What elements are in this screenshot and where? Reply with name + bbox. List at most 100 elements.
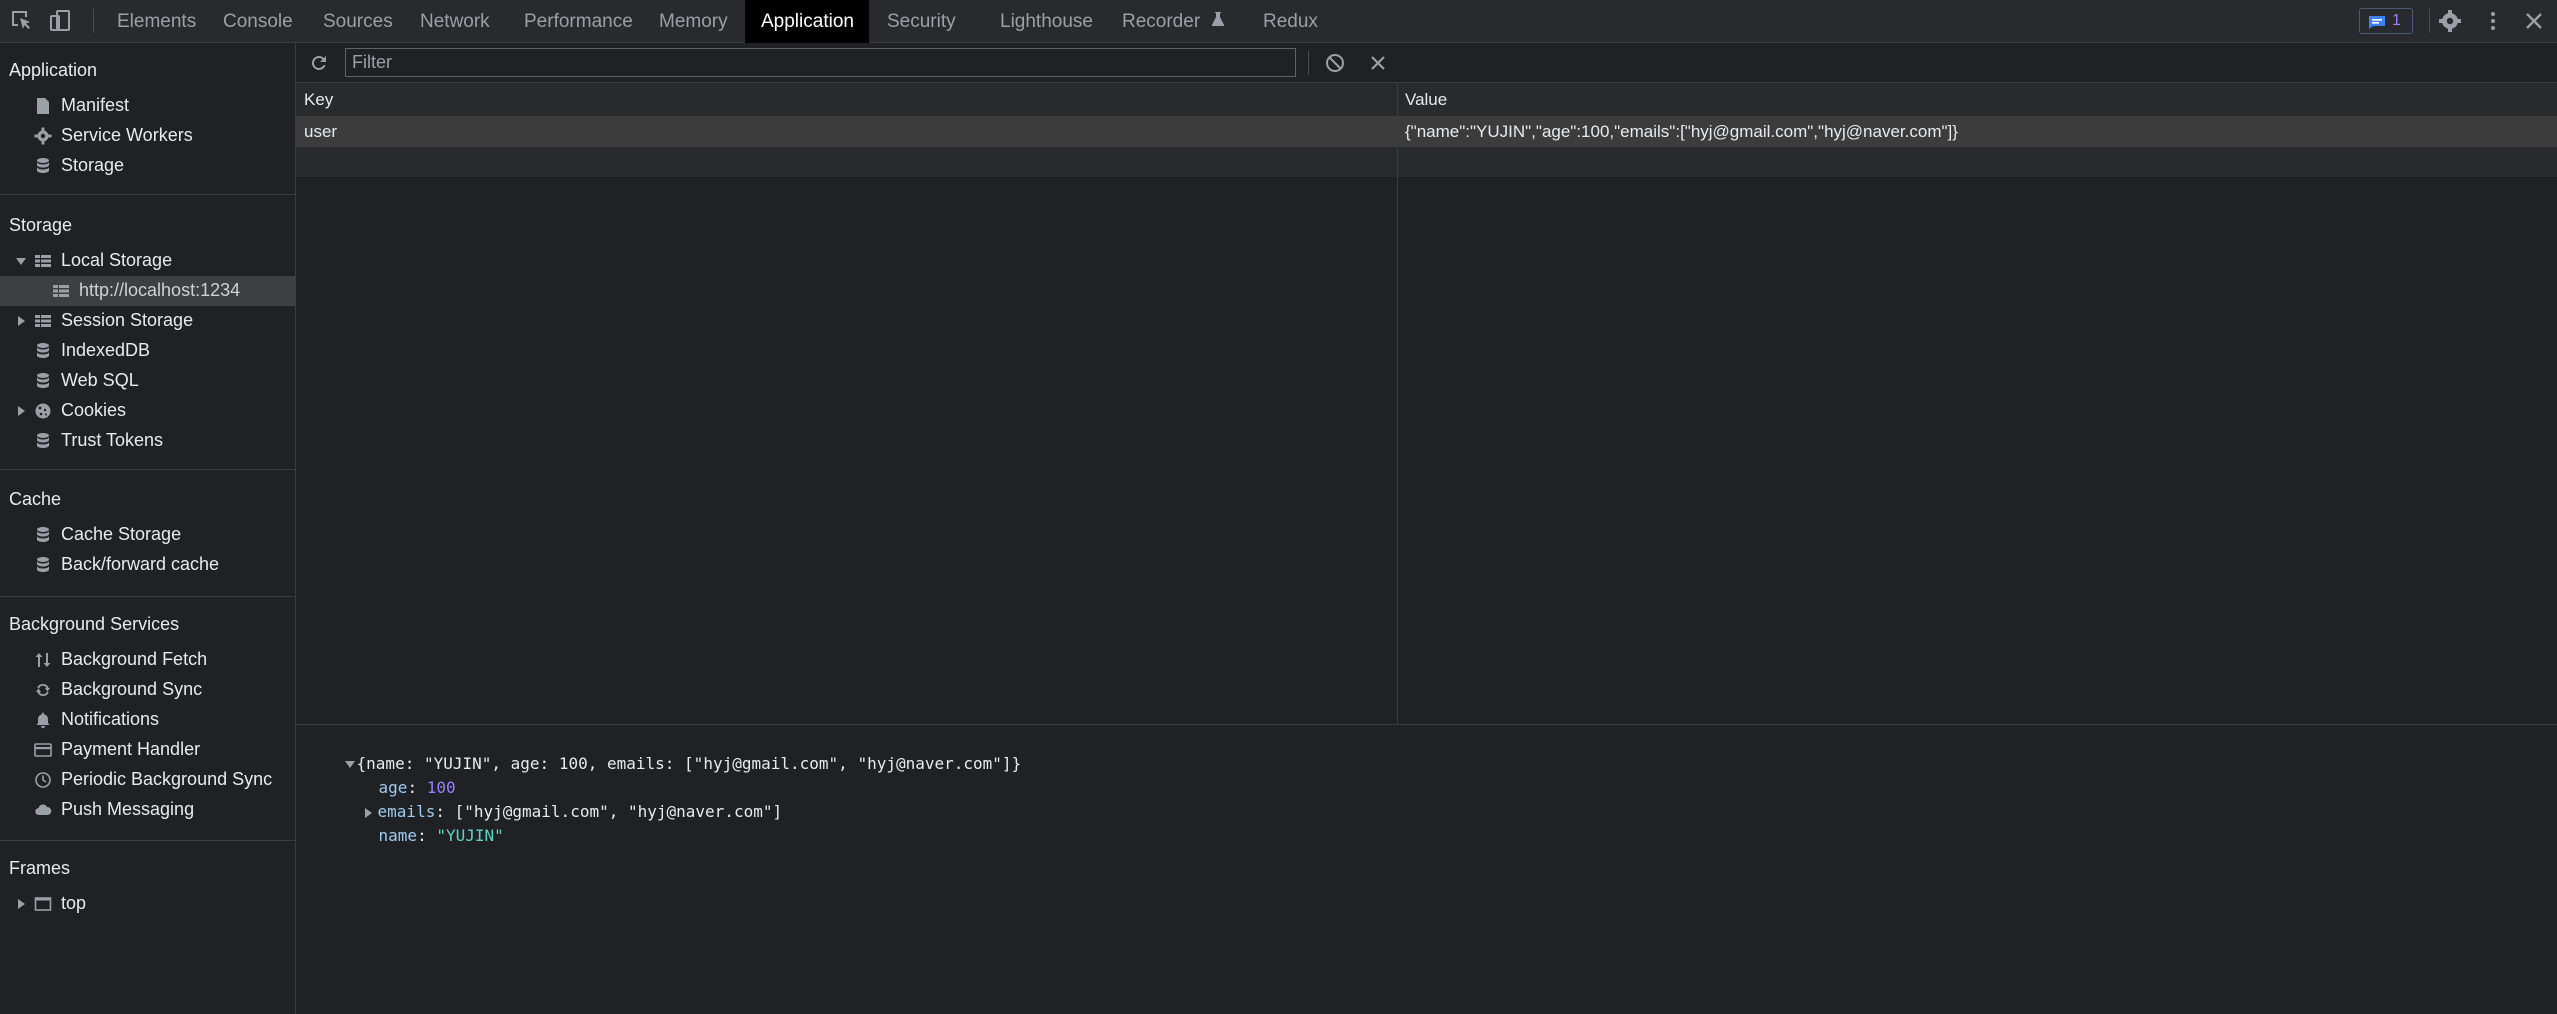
sidebar-item-notifications[interactable]: Notifications [0,705,295,735]
tab-lighthouse[interactable]: Lighthouse [1000,0,1093,43]
close-devtools-icon[interactable] [2521,8,2547,34]
tab-performance[interactable]: Performance [524,0,633,43]
cloud-icon [34,801,52,819]
toolbar-divider [93,9,94,33]
clock-icon [34,771,52,789]
sidebar-item-label: Local Storage [61,250,173,270]
sidebar-item-label: Manifest [61,95,130,115]
row-value: {"name":"YUJIN","age":100,"emails":["hyj… [1405,122,1958,141]
filter-input[interactable] [345,48,1296,77]
section-divider [0,469,295,470]
message-icon [2368,14,2386,29]
application-sidebar: Application Manifest Service Workers Sto… [0,43,296,1014]
sidebar-item-background-sync[interactable]: Background Sync [0,675,295,705]
database-icon [34,556,52,574]
sidebar-item-label: Push Messaging [61,799,195,819]
tab-elements[interactable]: Elements [117,0,196,43]
sidebar-item-back-forward-cache[interactable]: Back/forward cache [0,550,295,580]
tab-recorder-label: Recorder [1122,11,1201,33]
tab-security[interactable]: Security [887,0,956,43]
sidebar-item-label: Background Fetch [61,649,208,669]
table-row-empty [296,147,2557,177]
sidebar-item-label: top [61,893,87,913]
sidebar-item-label: Storage [61,155,125,175]
issues-count: 1 [2392,12,2401,29]
refresh-icon[interactable] [308,52,330,74]
sidebar-item-web-sql[interactable]: Web SQL [0,366,295,396]
prop-key: name [378,826,418,845]
table-icon [52,282,70,300]
toolbar-divider [1308,51,1309,75]
database-icon [34,157,52,175]
sidebar-section-storage: Storage [9,215,73,235]
sidebar-item-local-storage[interactable]: Local Storage [0,246,295,276]
column-header-value[interactable]: Value [1405,90,1447,110]
chevron-down-icon[interactable] [16,258,26,265]
frame-icon [34,895,52,913]
tab-console[interactable]: Console [223,0,293,43]
value-preview-pane: {name: "YUJIN", age: 100, emails: ["hyj@… [296,724,2557,1014]
chevron-right-icon[interactable] [18,899,25,909]
sidebar-item-background-fetch[interactable]: Background Fetch [0,645,295,675]
sidebar-item-storage[interactable]: Storage [0,151,295,181]
sidebar-item-push-messaging[interactable]: Push Messaging [0,795,295,825]
preview-prop-name: name: "YUJIN" [378,826,504,845]
flask-icon [1211,0,1225,44]
chevron-right-icon[interactable] [18,316,25,326]
local-storage-table: Key Value user {"name":"YUJIN","age":100… [296,83,2557,724]
gear-icon [34,127,52,145]
table-header: Key Value [296,83,2557,117]
sidebar-item-label: Cookies [61,400,127,420]
sidebar-item-label: Background Sync [61,679,203,699]
tab-memory[interactable]: Memory [659,0,728,43]
cookie-icon [34,402,52,420]
device-toolbar-icon[interactable] [48,8,74,34]
section-divider [0,840,295,841]
sidebar-item-label: Cache Storage [61,524,182,544]
tab-sources[interactable]: Sources [323,0,393,43]
database-icon [34,342,52,360]
sidebar-item-label: Trust Tokens [61,430,164,450]
storage-toolbar [296,43,2557,83]
sidebar-item-label: http://localhost:1234 [79,280,241,300]
table-icon [34,252,52,270]
tab-redux[interactable]: Redux [1263,0,1318,43]
sidebar-item-label: Session Storage [61,310,194,330]
sidebar-item-label: Periodic Background Sync [61,769,273,789]
more-options-icon[interactable] [2480,8,2506,34]
clear-all-icon[interactable] [1324,52,1346,74]
bell-icon [34,711,52,729]
tab-application[interactable]: Application [745,0,869,43]
issues-badge[interactable]: 1 [2359,8,2413,34]
section-divider [0,596,295,597]
database-icon [34,372,52,390]
table-icon [34,312,52,330]
sidebar-item-indexeddb[interactable]: IndexedDB [0,336,295,366]
preview-summary: {name: "YUJIN", age: 100, emails: ["hyj@… [356,754,1022,773]
sidebar-item-localhost-origin[interactable]: http://localhost:1234 [0,276,295,306]
database-icon [34,432,52,450]
sidebar-item-cookies[interactable]: Cookies [0,396,295,426]
tab-recorder[interactable]: Recorder [1122,0,1225,43]
sidebar-item-service-workers[interactable]: Service Workers [0,121,295,151]
sidebar-item-session-storage[interactable]: Session Storage [0,306,295,336]
sidebar-section-background-services: Background Services [9,614,180,634]
chevron-right-icon[interactable] [18,406,25,416]
sidebar-item-periodic-background-sync[interactable]: Periodic Background Sync [0,765,295,795]
arrows-updown-icon [34,651,52,669]
sidebar-item-manifest[interactable]: Manifest [0,91,295,121]
sidebar-item-trust-tokens[interactable]: Trust Tokens [0,426,295,456]
toolbar-divider [2429,9,2430,33]
sidebar-item-payment-handler[interactable]: Payment Handler [0,735,295,765]
inspect-element-icon[interactable] [9,8,35,34]
tab-network[interactable]: Network [420,0,490,43]
tab-application-label: Application [761,11,854,32]
sidebar-item-cache-storage[interactable]: Cache Storage [0,520,295,550]
column-divider[interactable] [1397,83,1398,724]
settings-gear-icon[interactable] [2437,8,2463,34]
delete-selected-icon[interactable] [1367,52,1389,74]
sidebar-item-frame-top[interactable]: top [0,889,295,919]
table-row[interactable]: user {"name":"YUJIN","age":100,"emails":… [296,117,2557,147]
column-header-key[interactable]: Key [304,90,333,110]
sync-icon [34,681,52,699]
